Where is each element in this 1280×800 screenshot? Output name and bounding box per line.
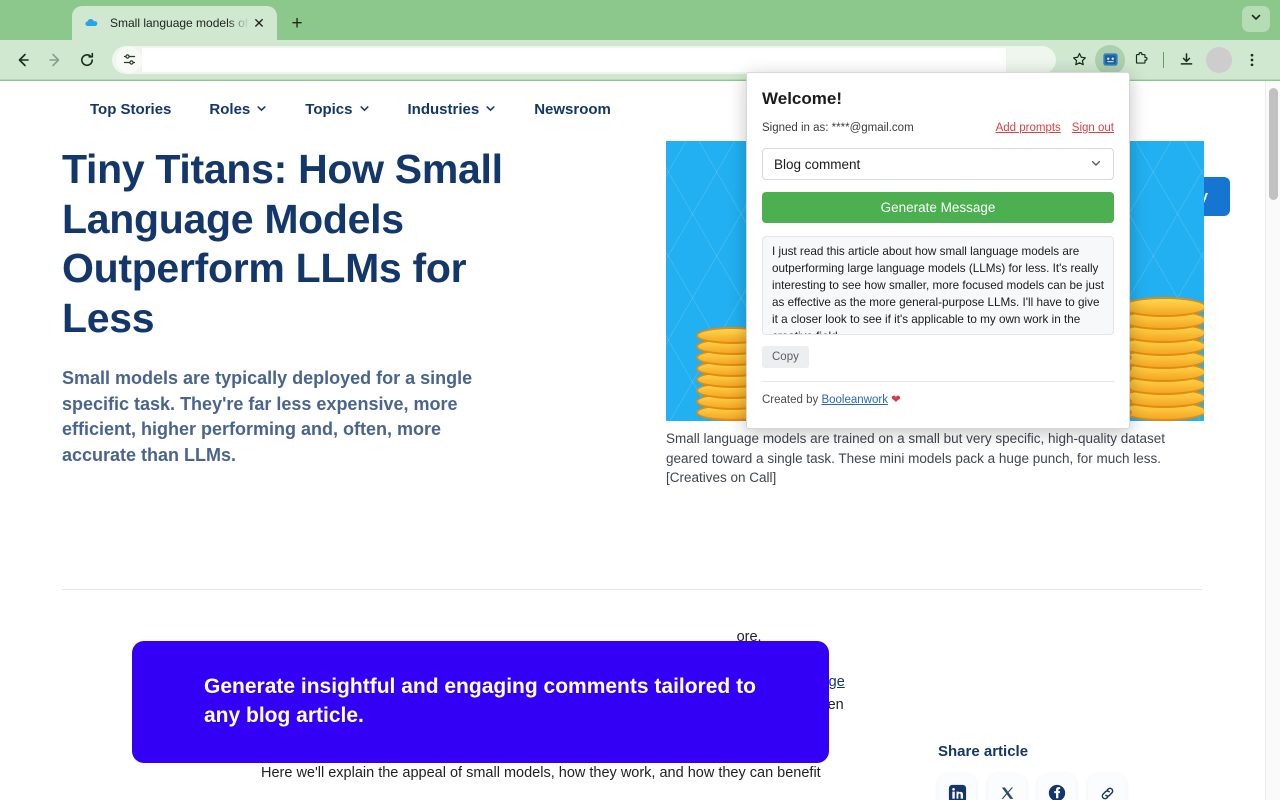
toolbar-actions [1064, 44, 1267, 75]
generated-message-textarea[interactable]: I just read this article about how small… [762, 236, 1114, 335]
add-prompts-link[interactable]: Add prompts [996, 122, 1061, 134]
prompt-type-value: Blog comment [774, 156, 861, 172]
copy-button[interactable]: Copy [762, 346, 809, 368]
browser-tab[interactable]: Small language models often ✕ [72, 6, 277, 40]
tab-search-button[interactable] [1242, 6, 1270, 32]
hero-caption: Small language models are trained on a s… [666, 431, 1166, 486]
popup-links: Add prompts Sign out [996, 122, 1114, 134]
tune-icon[interactable] [116, 46, 142, 73]
cloud-icon [84, 15, 100, 31]
reload-button[interactable] [72, 45, 102, 75]
puzzle-icon[interactable] [1126, 45, 1156, 75]
chevron-down-icon [1250, 10, 1262, 28]
heart-icon: ❤ [891, 394, 901, 406]
new-tab-button[interactable]: + [283, 9, 311, 37]
nav-item-newsroom[interactable]: Newsroom [534, 101, 611, 118]
chevron-down-icon [256, 101, 267, 118]
promo-callout: Generate insightful and engaging comment… [132, 641, 829, 763]
page-scrollbar[interactable] [1265, 81, 1280, 800]
booleanwork-link[interactable]: Booleanwork [821, 394, 887, 406]
nav-item-topics[interactable]: Topics [305, 101, 369, 118]
popup-divider [762, 381, 1114, 382]
popup-footer: Created by Booleanwork ❤ [762, 392, 1114, 406]
nav-item-roles[interactable]: Roles [209, 101, 267, 118]
article-paragraph-3: Here we'll explain the appeal of small m… [261, 764, 821, 781]
url-input[interactable] [142, 47, 1006, 72]
avatar[interactable] [1206, 46, 1232, 73]
linkedin-icon[interactable] [938, 774, 976, 800]
forward-button[interactable] [40, 45, 70, 75]
nav-label: Roles [209, 100, 251, 118]
tab-title: Small language models often [110, 16, 249, 30]
nav-item-top-stories[interactable]: Top Stories [90, 101, 171, 118]
tab-strip: Small language models often ✕ + [0, 0, 1280, 40]
share-article-block: Share article [938, 743, 1138, 800]
extension-badge-icon[interactable] [1095, 44, 1125, 75]
generate-message-button[interactable]: Generate Message [762, 192, 1114, 223]
sign-out-link[interactable]: Sign out [1072, 122, 1114, 134]
download-icon[interactable] [1171, 45, 1201, 75]
created-by-label: Created by [762, 394, 822, 406]
section-divider [62, 589, 1202, 590]
x-twitter-icon[interactable] [988, 774, 1026, 800]
share-title: Share article [938, 743, 1029, 760]
toolbar-divider [1163, 51, 1164, 68]
page-title: Tiny Titans: How Small Language Models O… [62, 146, 503, 341]
share-icon-row [938, 774, 1138, 800]
browser-window: Small language models often ✕ + [0, 0, 1280, 800]
nav-label: Top Stories [90, 100, 172, 118]
back-button[interactable] [8, 45, 38, 75]
popup-account-row: Signed in as: ****@gmail.com Add prompts… [762, 122, 1114, 134]
nav-item-industries[interactable]: Industries [408, 101, 497, 118]
address-bar[interactable] [112, 45, 1056, 74]
prompt-type-select[interactable]: Blog comment [762, 148, 1114, 180]
article-standfirst: Small models are typically deployed for … [62, 368, 473, 465]
nav-label: Newsroom [534, 100, 611, 118]
popup-title: Welcome! [762, 89, 842, 108]
chevron-down-icon [485, 101, 496, 118]
three-dot-menu-icon[interactable] [1237, 45, 1267, 75]
facebook-icon[interactable] [1038, 774, 1076, 800]
signed-in-label: Signed in as: ****@gmail.com [762, 122, 914, 134]
extension-popup: Welcome! Signed in as: ****@gmail.com Ad… [746, 72, 1130, 429]
close-icon[interactable]: ✕ [249, 13, 269, 33]
scrollbar-thumb[interactable] [1269, 88, 1278, 200]
chevron-down-icon [1090, 157, 1102, 172]
chevron-down-icon [359, 101, 370, 118]
promo-text: Generate insightful and engaging comment… [204, 675, 756, 727]
bookmark-star-icon[interactable] [1064, 45, 1094, 75]
nav-label: Topics [305, 100, 353, 118]
nav-label: Industries [407, 100, 480, 118]
copy-link-icon[interactable] [1088, 774, 1126, 800]
